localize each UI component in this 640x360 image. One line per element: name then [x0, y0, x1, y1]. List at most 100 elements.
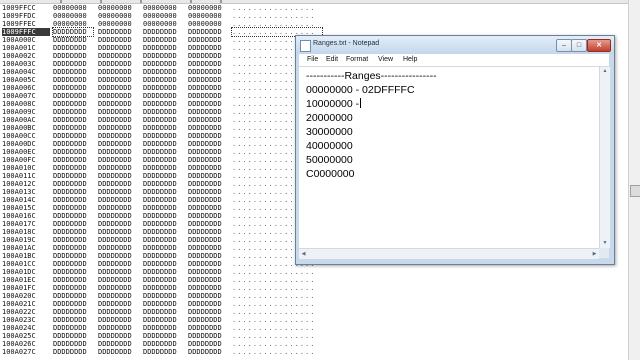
hex-bytes[interactable]: 00000000: [188, 20, 228, 28]
menu-file[interactable]: File: [307, 54, 318, 66]
hex-bytes[interactable]: DDDDDDDD: [143, 84, 183, 92]
menu-format[interactable]: Format: [346, 54, 368, 66]
hex-bytes[interactable]: DDDDDDDD: [98, 60, 138, 68]
hex-bytes[interactable]: DDDDDDDD: [143, 212, 183, 220]
hex-bytes[interactable]: DDDDDDDD: [98, 68, 138, 76]
hex-bytes[interactable]: DDDDDDDD: [53, 108, 93, 116]
hex-bytes[interactable]: DDDDDDDD: [143, 156, 183, 164]
hex-bytes[interactable]: 00000000: [98, 20, 138, 28]
hex-bytes[interactable]: DDDDDDDD: [143, 108, 183, 116]
hex-bytes[interactable]: DDDDDDDD: [143, 92, 183, 100]
hex-bytes[interactable]: DDDDDDDD: [188, 212, 228, 220]
hex-bytes[interactable]: 00000000: [143, 12, 183, 20]
hex-bytes[interactable]: DDDDDDDD: [98, 156, 138, 164]
scroll-left-arrow-icon[interactable]: ◀: [299, 249, 308, 259]
notepad-title-bar[interactable]: Ranges.txt - Notepad – □ ✕: [296, 36, 614, 54]
hex-bytes[interactable]: DDDDDDDD: [53, 276, 93, 284]
hex-bytes[interactable]: 00000000: [188, 4, 228, 12]
hex-bytes[interactable]: DDDDDDDD: [53, 180, 93, 188]
hex-bytes[interactable]: DDDDDDDD: [188, 348, 228, 356]
hex-bytes[interactable]: DDDDDDDD: [98, 180, 138, 188]
hex-bytes[interactable]: DDDDDDDD: [143, 252, 183, 260]
hex-bytes[interactable]: DDDDDDDD: [143, 340, 183, 348]
hex-bytes[interactable]: DDDDDDDD: [98, 92, 138, 100]
hex-bytes[interactable]: DDDDDDDD: [143, 132, 183, 140]
hex-bytes[interactable]: DDDDDDDD: [53, 172, 93, 180]
hex-bytes[interactable]: DDDDDDDD: [143, 332, 183, 340]
hex-bytes[interactable]: DDDDDDDD: [98, 52, 138, 60]
menu-help[interactable]: Help: [403, 54, 417, 66]
hex-bytes[interactable]: 00000000: [53, 20, 93, 28]
hex-bytes[interactable]: DDDDDDDD: [143, 68, 183, 76]
hex-bytes[interactable]: DDDDDDDD: [188, 324, 228, 332]
hex-bytes[interactable]: DDDDDDDD: [53, 132, 93, 140]
hex-bytes[interactable]: 00000000: [98, 4, 138, 12]
hex-bytes[interactable]: DDDDDDDD: [98, 28, 138, 36]
hex-bytes[interactable]: DDDDDDDD: [98, 196, 138, 204]
hex-bytes[interactable]: DDDDDDDD: [143, 140, 183, 148]
hex-bytes[interactable]: DDDDDDDD: [98, 84, 138, 92]
hex-bytes[interactable]: DDDDDDDD: [53, 124, 93, 132]
hex-bytes[interactable]: DDDDDDDD: [98, 324, 138, 332]
hex-bytes[interactable]: DDDDDDDD: [98, 260, 138, 268]
hex-bytes[interactable]: DDDDDDDD: [188, 28, 228, 36]
hex-bytes[interactable]: DDDDDDDD: [188, 92, 228, 100]
hex-bytes[interactable]: DDDDDDDD: [98, 276, 138, 284]
hex-bytes[interactable]: DDDDDDDD: [188, 116, 228, 124]
hex-bytes[interactable]: DDDDDDDD: [143, 164, 183, 172]
hex-bytes[interactable]: DDDDDDDD: [53, 156, 93, 164]
hex-bytes[interactable]: DDDDDDDD: [98, 172, 138, 180]
hex-bytes[interactable]: DDDDDDDD: [98, 116, 138, 124]
hex-bytes[interactable]: DDDDDDDD: [188, 292, 228, 300]
hex-bytes[interactable]: DDDDDDDD: [188, 164, 228, 172]
hex-bytes[interactable]: DDDDDDDD: [53, 348, 93, 356]
hex-bytes[interactable]: DDDDDDDD: [188, 100, 228, 108]
hex-bytes[interactable]: DDDDDDDD: [188, 132, 228, 140]
hex-bytes[interactable]: DDDDDDDD: [188, 140, 228, 148]
hex-bytes[interactable]: DDDDDDDD: [98, 124, 138, 132]
hex-bytes[interactable]: DDDDDDDD: [98, 340, 138, 348]
hex-bytes[interactable]: DDDDDDDD: [188, 172, 228, 180]
hex-bytes[interactable]: DDDDDDDD: [98, 348, 138, 356]
hex-bytes[interactable]: DDDDDDDD: [143, 44, 183, 52]
hex-bytes[interactable]: DDDDDDDD: [143, 300, 183, 308]
hex-bytes[interactable]: DDDDDDDD: [188, 52, 228, 60]
hex-bytes[interactable]: DDDDDDDD: [188, 44, 228, 52]
hex-bytes[interactable]: DDDDDDDD: [53, 340, 93, 348]
notepad-vertical-scrollbar[interactable]: ▲ ▼: [599, 67, 610, 248]
hex-bytes[interactable]: DDDDDDDD: [98, 236, 138, 244]
hex-bytes[interactable]: DDDDDDDD: [98, 140, 138, 148]
hex-bytes[interactable]: DDDDDDDD: [188, 108, 228, 116]
hex-bytes[interactable]: 00000000: [143, 4, 183, 12]
hex-view-scrollbar[interactable]: [628, 0, 640, 360]
hex-bytes[interactable]: DDDDDDDD: [53, 68, 93, 76]
hex-bytes[interactable]: DDDDDDDD: [53, 236, 93, 244]
hex-bytes[interactable]: DDDDDDDD: [98, 132, 138, 140]
hex-bytes[interactable]: DDDDDDDD: [53, 220, 93, 228]
hex-bytes[interactable]: DDDDDDDD: [53, 212, 93, 220]
hex-bytes[interactable]: DDDDDDDD: [143, 284, 183, 292]
hex-bytes[interactable]: DDDDDDDD: [143, 116, 183, 124]
hex-bytes[interactable]: DDDDDDDD: [143, 324, 183, 332]
hex-bytes[interactable]: DDDDDDDD: [188, 124, 228, 132]
hex-bytes[interactable]: DDDDDDDD: [53, 204, 93, 212]
hex-bytes[interactable]: DDDDDDDD: [53, 228, 93, 236]
hex-bytes[interactable]: DDDDDDDD: [98, 268, 138, 276]
hex-bytes[interactable]: DDDDDDDD: [143, 316, 183, 324]
hex-bytes[interactable]: DDDDDDDD: [53, 308, 93, 316]
hex-bytes[interactable]: DDDDDDDD: [53, 52, 93, 60]
hex-bytes[interactable]: DDDDDDDD: [188, 220, 228, 228]
hex-bytes[interactable]: 00000000: [53, 12, 93, 20]
hex-bytes[interactable]: DDDDDDDD: [98, 300, 138, 308]
scroll-down-arrow-icon[interactable]: ▼: [600, 239, 610, 248]
hex-bytes[interactable]: DDDDDDDD: [53, 76, 93, 84]
hex-bytes[interactable]: DDDDDDDD: [188, 300, 228, 308]
notepad-window[interactable]: Ranges.txt - Notepad – □ ✕ File Edit For…: [295, 35, 615, 265]
hex-bytes[interactable]: DDDDDDDD: [98, 204, 138, 212]
notepad-horizontal-scrollbar[interactable]: ◀ ▶: [299, 248, 599, 259]
hex-bytes[interactable]: DDDDDDDD: [188, 340, 228, 348]
hex-bytes[interactable]: DDDDDDDD: [98, 44, 138, 52]
hex-bytes[interactable]: DDDDDDDD: [98, 188, 138, 196]
hex-bytes[interactable]: DDDDDDDD: [53, 244, 93, 252]
minimize-button[interactable]: –: [556, 39, 572, 52]
